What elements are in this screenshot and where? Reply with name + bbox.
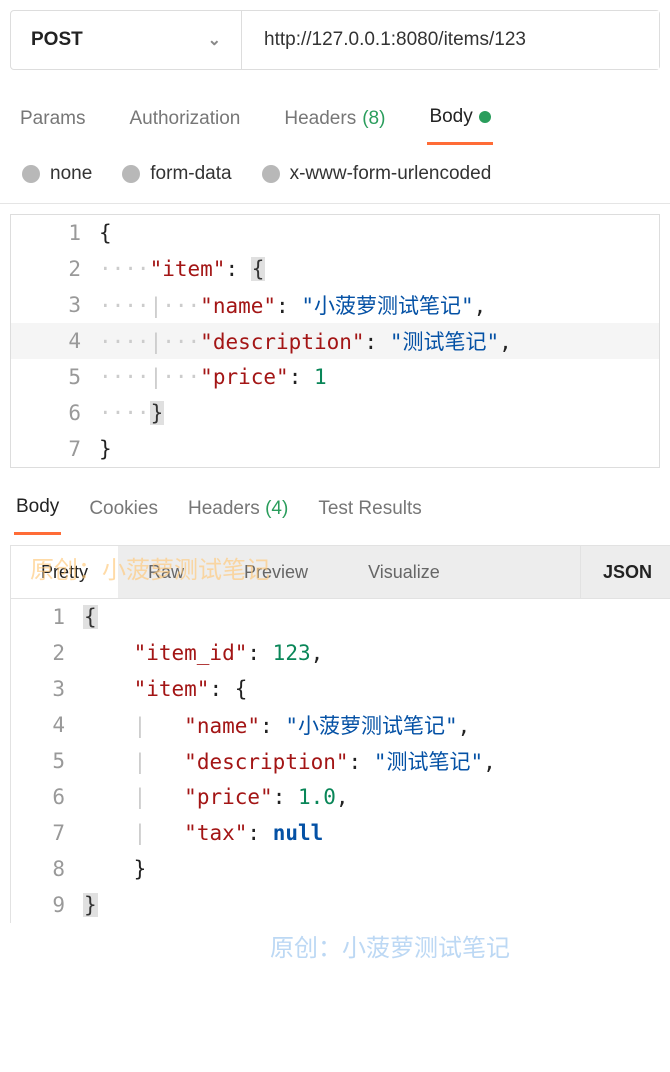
line-number: 6 xyxy=(11,785,83,809)
radio-none-label: none xyxy=(50,163,92,185)
response-tab-cookies[interactable]: Cookies xyxy=(87,490,160,534)
response-tab-body[interactable]: Body xyxy=(14,488,61,535)
view-mode-bar: Pretty Raw Preview Visualize JSON xyxy=(10,545,670,599)
response-tab-headers[interactable]: Headers (4) xyxy=(186,490,290,534)
line-number: 5 xyxy=(11,365,99,389)
view-mode-preview[interactable]: Preview xyxy=(214,546,338,598)
view-mode-raw[interactable]: Raw xyxy=(118,546,214,598)
chevron-down-icon: ⌄ xyxy=(208,30,221,50)
radio-icon xyxy=(262,165,280,183)
line-number: 9 xyxy=(11,893,83,917)
code-content: ·​·​·​·​|·​·​·​"name": "小菠萝测试笔记", xyxy=(99,290,659,320)
body-type-row: none form-data x-www-form-urlencoded xyxy=(0,145,670,204)
code-content: "item_id": 123, xyxy=(83,641,670,665)
code-content: | "tax": null xyxy=(83,821,670,845)
code-content: "item": { xyxy=(83,677,670,701)
radio-x-www-form-urlencoded[interactable]: x-www-form-urlencoded xyxy=(262,163,492,185)
radio-icon xyxy=(22,165,40,183)
code-content: ·​·​·​·"item": { xyxy=(99,257,659,281)
format-select-json[interactable]: JSON xyxy=(580,546,670,598)
headers-count: (8) xyxy=(362,108,385,130)
line-number: 4 xyxy=(11,713,83,737)
radio-icon xyxy=(122,165,140,183)
tab-params[interactable]: Params xyxy=(18,100,87,144)
code-content: | "price": 1.0, xyxy=(83,785,670,809)
url-input[interactable] xyxy=(241,11,659,69)
tab-headers[interactable]: Headers (8) xyxy=(282,100,387,144)
response-tab-headers-label: Headers xyxy=(188,498,260,519)
radio-urlencoded-label: x-www-form-urlencoded xyxy=(290,163,492,185)
view-mode-visualize[interactable]: Visualize xyxy=(338,546,470,598)
radio-form-data[interactable]: form-data xyxy=(122,163,231,185)
view-mode-pretty[interactable]: Pretty xyxy=(11,546,118,598)
line-number: 3 xyxy=(11,293,99,317)
request-tabs: Params Authorization Headers (8) Body xyxy=(0,80,670,145)
response-tab-test-results[interactable]: Test Results xyxy=(316,490,423,534)
code-content: { xyxy=(83,605,670,629)
request-body-editor[interactable]: 1 { 2 ·​·​·​·"item": { 3 ·​·​·​·​|·​·​·​… xyxy=(10,214,660,468)
line-number: 5 xyxy=(11,749,83,773)
line-number: 3 xyxy=(11,677,83,701)
method-select[interactable]: POST ⌄ xyxy=(11,29,241,51)
tab-authorization[interactable]: Authorization xyxy=(127,100,242,144)
code-content: ·​·​·​·​|·​·​·​"description": "测试笔记", xyxy=(99,326,659,356)
response-headers-count: (4) xyxy=(265,498,288,519)
code-content: } xyxy=(99,437,659,461)
radio-none[interactable]: none xyxy=(22,163,92,185)
line-number: 4 xyxy=(11,329,99,353)
code-content: | "name": "小菠萝测试笔记", xyxy=(83,710,670,740)
code-content: ·​·​·​·} xyxy=(99,401,659,425)
tab-body[interactable]: Body xyxy=(427,98,492,145)
line-number: 1 xyxy=(11,605,83,629)
line-number: 2 xyxy=(11,641,83,665)
line-number: 2 xyxy=(11,257,99,281)
watermark-text: 原创：小菠萝测试笔记 xyxy=(270,928,510,963)
line-number: 7 xyxy=(11,821,83,845)
body-indicator-dot-icon xyxy=(479,111,491,123)
line-number: 1 xyxy=(11,221,99,245)
method-label: POST xyxy=(31,29,83,51)
response-tabs: Body Cookies Headers (4) Test Results xyxy=(0,478,670,535)
response-body-viewer[interactable]: 1 { 2 "item_id": 123, 3 "item": { 4 | "n… xyxy=(10,599,670,923)
code-content: } xyxy=(83,893,670,917)
tab-body-label: Body xyxy=(429,106,472,128)
code-content: | "description": "测试笔记", xyxy=(83,746,670,776)
radio-formdata-label: form-data xyxy=(150,163,231,185)
request-bar: POST ⌄ xyxy=(10,10,660,70)
line-number: 7 xyxy=(11,437,99,461)
line-number: 8 xyxy=(11,857,83,881)
code-content: ·​·​·​·​|·​·​·​"price": 1 xyxy=(99,365,659,389)
tab-headers-label: Headers xyxy=(284,108,356,130)
code-content: { xyxy=(99,221,659,245)
line-number: 6 xyxy=(11,401,99,425)
code-content: } xyxy=(83,857,670,881)
